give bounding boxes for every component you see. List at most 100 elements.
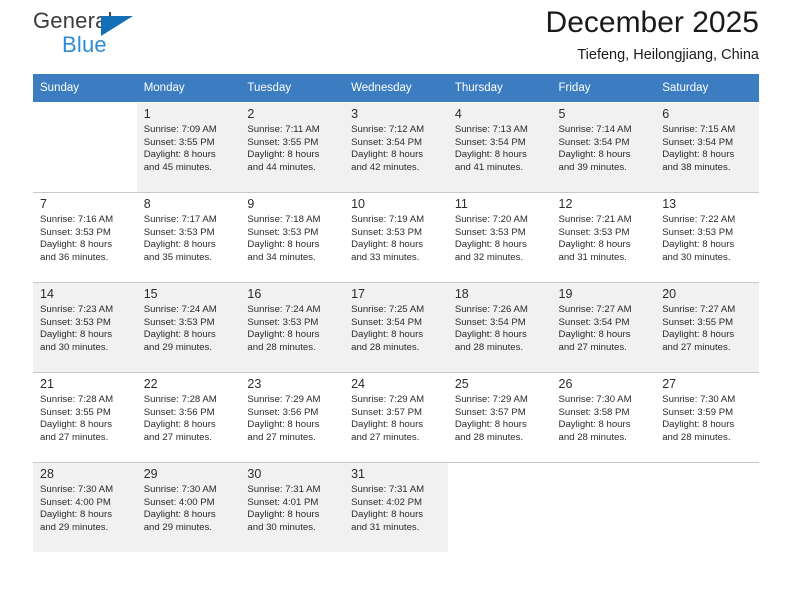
day-cell-26[interactable]: 26 Sunrise: 7:30 AM Sunset: 3:58 PM Dayligh… [551, 373, 656, 462]
calendar-cell: 26 Sunrise: 7:30 AM Sunset: 3:58 PM Dayligh… [551, 372, 656, 463]
daylight-text-line1: Daylight: 8 hours [558, 329, 631, 341]
calendar-cell: 3 Sunrise: 7:12 AM Sunset: 3:54 PM Daylight… [344, 102, 448, 193]
day-info: Sunrise: 7:31 AM Sunset: 4:02 PM Daylight:… [351, 484, 442, 534]
logo-text-blue: Blue [62, 32, 107, 57]
sunrise-text: Sunrise: 7:20 AM [454, 214, 528, 225]
sunrise-text: Sunrise: 7:30 AM [662, 394, 736, 405]
day-cell-7[interactable]: 7 Sunrise: 7:16 AM Sunset: 3:53 PM Daylight… [33, 193, 137, 282]
daylight-text-line1: Daylight: 8 hours [247, 149, 320, 161]
day-cell-18[interactable]: 18 Sunrise: 7:26 AM Sunset: 3:54 PM Dayligh… [447, 283, 552, 372]
day-info: Sunrise: 7:24 AM Sunset: 3:53 PM Daylight:… [247, 304, 338, 354]
day-cell-8[interactable]: 8 Sunrise: 7:17 AM Sunset: 3:53 PM Daylight… [136, 193, 241, 282]
day-cell-27[interactable]: 27 Sunrise: 7:30 AM Sunset: 3:59 PM Dayligh… [655, 373, 759, 462]
day-cell-20[interactable]: 20 Sunrise: 7:27 AM Sunset: 3:55 PM Dayligh… [655, 283, 759, 372]
day-number: 25 [454, 377, 469, 391]
sunrise-text: Sunrise: 7:29 AM [351, 394, 425, 405]
day-cell-25[interactable]: 25 Sunrise: 7:29 AM Sunset: 3:57 PM Dayligh… [447, 373, 552, 462]
day-number: 14 [40, 287, 54, 301]
day-cell-24[interactable]: 24 Sunrise: 7:29 AM Sunset: 3:57 PM Dayligh… [344, 373, 448, 462]
day-cell-17[interactable]: 17 Sunrise: 7:25 AM Sunset: 3:54 PM Dayligh… [344, 283, 448, 372]
sunrise-sunset-calendar: Sunday Monday Tuesday Wednesday Thursday… [33, 74, 759, 552]
daylight-text-line1: Daylight: 8 hours [454, 419, 527, 431]
calendar-cell: 28 Sunrise: 7:30 AM Sunset: 4:00 PM Dayligh… [33, 462, 137, 552]
sunrise-text: Sunrise: 7:30 AM [40, 484, 114, 495]
day-number: 28 [40, 467, 54, 481]
daylight-text-line2: and 28 minutes. [454, 341, 524, 353]
day-cell-22[interactable]: 22 Sunrise: 7:28 AM Sunset: 3:56 PM Dayligh… [136, 373, 241, 462]
day-cell-10[interactable]: 10 Sunrise: 7:19 AM Sunset: 3:53 PM Dayligh… [344, 193, 448, 282]
weekday-header-tuesday: Tuesday [240, 74, 345, 103]
day-cell-30[interactable]: 30 Sunrise: 7:31 AM Sunset: 4:01 PM Dayligh… [240, 463, 345, 552]
daylight-text-line1: Daylight: 8 hours [351, 329, 424, 341]
calendar-cell: 12 Sunrise: 7:21 AM Sunset: 3:53 PM Dayligh… [551, 192, 656, 283]
day-cell-2[interactable]: 2 Sunrise: 7:11 AM Sunset: 3:55 PM Daylight… [240, 103, 345, 192]
day-cell-31[interactable]: 31 Sunrise: 7:31 AM Sunset: 4:02 PM Dayligh… [344, 463, 448, 552]
day-info: Sunrise: 7:09 AM Sunset: 3:55 PM Daylight:… [144, 124, 235, 174]
day-cell-16[interactable]: 16 Sunrise: 7:24 AM Sunset: 3:53 PM Dayligh… [240, 283, 345, 372]
weekday-header-thursday: Thursday [447, 74, 552, 103]
day-info: Sunrise: 7:28 AM Sunset: 3:56 PM Daylight:… [144, 394, 235, 444]
day-cell-21[interactable]: 21 Sunrise: 7:28 AM Sunset: 3:55 PM Dayligh… [33, 373, 137, 462]
day-cell-28[interactable]: 28 Sunrise: 7:30 AM Sunset: 4:00 PM Dayligh… [33, 463, 137, 552]
day-info: Sunrise: 7:30 AM Sunset: 4:00 PM Daylight:… [40, 484, 131, 534]
sunset-text: Sunset: 3:53 PM [247, 226, 319, 238]
day-cell-13[interactable]: 13 Sunrise: 7:22 AM Sunset: 3:53 PM Dayligh… [655, 193, 759, 282]
day-cell-1[interactable]: 1 Sunrise: 7:09 AM Sunset: 3:55 PM Daylight… [136, 103, 241, 192]
calendar-header-row: Sunday Monday Tuesday Wednesday Thursday… [33, 74, 759, 103]
sunrise-text: Sunrise: 7:18 AM [247, 214, 321, 225]
day-cell-3[interactable]: 3 Sunrise: 7:12 AM Sunset: 3:54 PM Daylight… [344, 103, 448, 192]
sunset-text: Sunset: 3:53 PM [247, 316, 319, 328]
daylight-text-line2: and 29 minutes. [143, 521, 212, 533]
calendar-cell: 11 Sunrise: 7:20 AM Sunset: 3:53 PM Dayligh… [447, 192, 552, 283]
sunset-text: Sunset: 3:53 PM [662, 226, 734, 238]
day-cell-19[interactable]: 19 Sunrise: 7:27 AM Sunset: 3:54 PM Dayligh… [551, 283, 656, 372]
sunrise-text: Sunrise: 7:21 AM [558, 214, 632, 225]
sunset-text: Sunset: 3:54 PM [454, 316, 526, 328]
daylight-text-line1: Daylight: 8 hours [40, 419, 112, 431]
day-number: 19 [558, 287, 573, 301]
daylight-text-line2: and 32 minutes. [454, 251, 524, 263]
day-info: Sunrise: 7:15 AM Sunset: 3:54 PM Daylight:… [662, 124, 753, 174]
general-blue-logo[interactable]: General Blue [33, 8, 183, 64]
daylight-text-line2: and 35 minutes. [143, 251, 212, 263]
weekday-header-monday: Monday [136, 74, 241, 103]
day-number: 9 [247, 197, 255, 211]
sunset-text: Sunset: 3:54 PM [454, 136, 526, 148]
day-cell-23[interactable]: 23 Sunrise: 7:29 AM Sunset: 3:56 PM Dayligh… [240, 373, 345, 462]
daylight-text-line2: and 28 minutes. [558, 431, 627, 443]
daylight-text-line1: Daylight: 8 hours [247, 419, 320, 431]
day-info: Sunrise: 7:28 AM Sunset: 3:55 PM Daylight:… [40, 394, 131, 444]
day-cell-5[interactable]: 5 Sunrise: 7:14 AM Sunset: 3:54 PM Daylight… [551, 103, 656, 192]
day-info: Sunrise: 7:13 AM Sunset: 3:54 PM Daylight:… [455, 124, 546, 174]
daylight-text-line2: and 31 minutes. [351, 521, 420, 533]
daylight-text-line1: Daylight: 8 hours [40, 509, 112, 521]
daylight-text-line1: Daylight: 8 hours [454, 329, 527, 341]
calendar-cell: 2 Sunrise: 7:11 AM Sunset: 3:55 PM Daylight… [240, 102, 345, 193]
day-info: Sunrise: 7:22 AM Sunset: 3:53 PM Daylight:… [662, 214, 753, 264]
day-cell-12[interactable]: 12 Sunrise: 7:21 AM Sunset: 3:53 PM Dayligh… [551, 193, 656, 282]
daylight-text-line2: and 29 minutes. [143, 341, 212, 353]
day-info: Sunrise: 7:18 AM Sunset: 3:53 PM Daylight:… [247, 214, 338, 264]
day-number: 3 [351, 107, 359, 121]
page-title: December 2025 [545, 6, 759, 39]
daylight-text-line2: and 34 minutes. [247, 251, 316, 263]
day-cell-29[interactable]: 29 Sunrise: 7:30 AM Sunset: 4:00 PM Dayligh… [136, 463, 241, 552]
day-cell-4[interactable]: 4 Sunrise: 7:13 AM Sunset: 3:54 PM Daylight… [447, 103, 552, 192]
day-cell-15[interactable]: 15 Sunrise: 7:24 AM Sunset: 3:53 PM Dayligh… [136, 283, 241, 372]
day-number: 15 [143, 287, 158, 301]
calendar-cell: 13 Sunrise: 7:22 AM Sunset: 3:53 PM Dayligh… [655, 192, 759, 283]
day-cell-6[interactable]: 6 Sunrise: 7:15 AM Sunset: 3:54 PM Daylight… [655, 103, 759, 192]
day-cell-11[interactable]: 11 Sunrise: 7:20 AM Sunset: 3:53 PM Dayligh… [447, 193, 552, 282]
daylight-text-line2: and 42 minutes. [351, 161, 420, 173]
day-info: Sunrise: 7:27 AM Sunset: 3:54 PM Daylight:… [559, 304, 650, 354]
daylight-text-line2: and 28 minutes. [351, 341, 420, 353]
daylight-text-line1: Daylight: 8 hours [662, 149, 735, 161]
calendar-cell: 4 Sunrise: 7:13 AM Sunset: 3:54 PM Daylight… [447, 102, 552, 193]
day-cell-9[interactable]: 9 Sunrise: 7:18 AM Sunset: 3:53 PM Daylight… [240, 193, 345, 282]
calendar-cell: 20 Sunrise: 7:27 AM Sunset: 3:55 PM Dayligh… [655, 282, 759, 373]
sunset-text: Sunset: 3:57 PM [454, 406, 526, 418]
day-number: 31 [351, 467, 366, 481]
day-cell-14[interactable]: 14 Sunrise: 7:23 AM Sunset: 3:53 PM Dayligh… [33, 283, 137, 372]
sunrise-text: Sunrise: 7:28 AM [143, 394, 217, 405]
daylight-text-line1: Daylight: 8 hours [40, 329, 112, 341]
